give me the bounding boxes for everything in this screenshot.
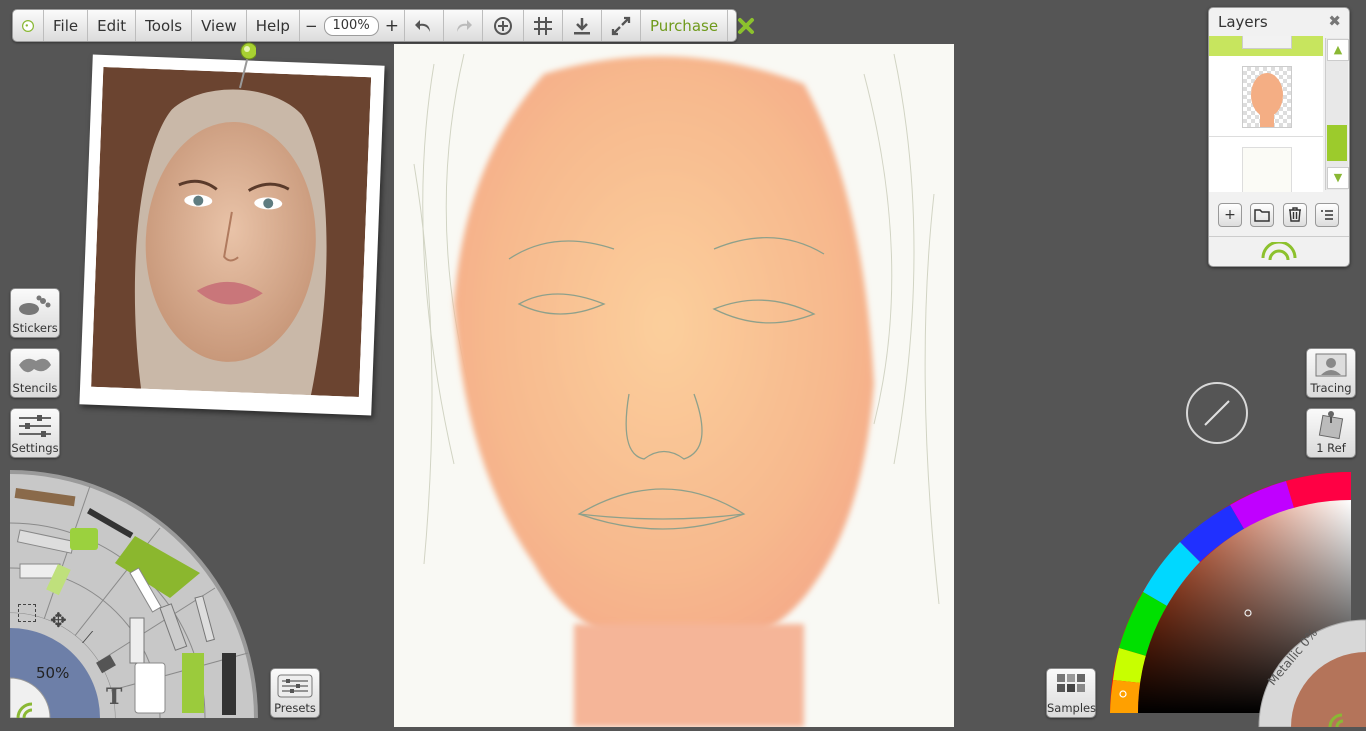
layers-scrollbar[interactable]: ▲ ▼ bbox=[1325, 38, 1349, 190]
layers-panel: Layers ✖ ▲ ▼ + bbox=[1208, 7, 1350, 267]
pin-icon bbox=[236, 42, 258, 92]
samples-button[interactable]: Samples bbox=[1046, 668, 1096, 718]
transform-icon bbox=[493, 16, 512, 35]
move-icon[interactable]: ✥ bbox=[50, 608, 67, 632]
transform-button[interactable] bbox=[483, 10, 524, 41]
layers-divider bbox=[1209, 236, 1349, 237]
layer-thumbnail bbox=[1242, 66, 1292, 128]
layer-item-painting[interactable] bbox=[1209, 56, 1323, 137]
color-picker[interactable]: Metallic 0% bbox=[1108, 470, 1366, 728]
samples-icon bbox=[1057, 674, 1085, 692]
tracing-icon bbox=[1315, 353, 1347, 377]
add-layer-button[interactable]: + bbox=[1218, 203, 1242, 227]
footprint-icon bbox=[19, 295, 51, 315]
layer-thumbnail-bg bbox=[1242, 147, 1292, 192]
scroll-up-icon[interactable]: ▲ bbox=[1327, 39, 1349, 61]
menu-help[interactable]: Help bbox=[247, 10, 300, 41]
trash-icon bbox=[1289, 207, 1301, 222]
menu-file[interactable]: File bbox=[44, 10, 89, 41]
app-logo[interactable] bbox=[13, 10, 44, 41]
eyedropper-icon[interactable]: ⟋ bbox=[82, 628, 93, 648]
download-button[interactable] bbox=[563, 10, 602, 41]
layer-item-background[interactable] bbox=[1209, 137, 1323, 192]
layers-list bbox=[1209, 36, 1323, 192]
layer-folder-button[interactable] bbox=[1250, 203, 1274, 227]
menu-tools[interactable]: Tools bbox=[136, 10, 193, 41]
undo-button[interactable] bbox=[405, 10, 444, 41]
scroll-thumb[interactable] bbox=[1327, 125, 1347, 161]
fullscreen-button[interactable] bbox=[602, 10, 641, 41]
delete-layer-button[interactable] bbox=[1283, 203, 1307, 227]
redo-button[interactable] bbox=[444, 10, 483, 41]
marquee-icon[interactable] bbox=[18, 604, 36, 622]
zoom-value[interactable]: 100% bbox=[323, 15, 379, 36]
reference-icon bbox=[1318, 411, 1344, 440]
settings-button[interactable]: Settings bbox=[10, 408, 60, 458]
layer-item-selected[interactable] bbox=[1209, 36, 1323, 56]
sliders-icon bbox=[19, 415, 51, 437]
text-tool-button[interactable]: T bbox=[106, 684, 122, 710]
stickers-button[interactable]: Stickers bbox=[10, 288, 60, 338]
close-icon bbox=[738, 17, 755, 34]
undo-icon bbox=[414, 19, 430, 32]
zoom-out-button[interactable]: − bbox=[305, 17, 318, 35]
brush-cursor bbox=[1186, 382, 1248, 444]
folder-icon bbox=[1254, 209, 1270, 222]
samples-label: Samples bbox=[1047, 701, 1097, 715]
expand-handle-icon[interactable] bbox=[1259, 242, 1299, 262]
layer-menu-button[interactable] bbox=[1315, 203, 1339, 227]
download-icon bbox=[573, 17, 590, 34]
tool-wheel: ✥ ⟋ T 50% bbox=[9, 468, 260, 719]
fullscreen-icon bbox=[611, 16, 631, 35]
tracing-label: Tracing bbox=[1310, 381, 1352, 395]
reference-button[interactable]: 1 Ref bbox=[1306, 408, 1356, 458]
zoom-in-button[interactable]: + bbox=[385, 16, 399, 36]
reference-photo[interactable] bbox=[79, 54, 385, 416]
tracing-button[interactable]: Tracing bbox=[1306, 348, 1356, 398]
layers-title: Layers bbox=[1218, 13, 1268, 31]
stencil-icon bbox=[19, 358, 51, 373]
drawing-canvas[interactable] bbox=[394, 44, 954, 727]
purchase-button[interactable]: Purchase bbox=[641, 10, 729, 41]
redo-icon bbox=[456, 19, 472, 32]
brush-size-value[interactable]: 50% bbox=[36, 664, 69, 682]
menu-view[interactable]: View bbox=[192, 10, 247, 41]
reference-image bbox=[91, 66, 372, 397]
grid-icon bbox=[533, 16, 552, 35]
stickers-label: Stickers bbox=[12, 321, 58, 335]
presets-button[interactable]: Presets bbox=[270, 668, 320, 718]
presets-icon bbox=[277, 674, 313, 698]
layers-close-button[interactable]: ✖ bbox=[1328, 12, 1341, 30]
settings-label: Settings bbox=[11, 441, 59, 455]
layer-menu-icon bbox=[1321, 210, 1333, 220]
stencils-button[interactable]: Stencils bbox=[10, 348, 60, 398]
grid-button[interactable] bbox=[524, 10, 563, 41]
close-button[interactable] bbox=[728, 10, 764, 41]
scroll-down-icon[interactable]: ▼ bbox=[1327, 167, 1349, 189]
menu-edit[interactable]: Edit bbox=[88, 10, 137, 41]
menubar: File Edit Tools View Help − 100% + Purch… bbox=[12, 9, 755, 42]
logo-icon bbox=[22, 19, 34, 32]
zoom-control: − 100% + bbox=[300, 10, 405, 41]
stencils-label: Stencils bbox=[12, 381, 58, 395]
reference-label: 1 Ref bbox=[1316, 441, 1346, 455]
presets-label: Presets bbox=[274, 701, 316, 715]
